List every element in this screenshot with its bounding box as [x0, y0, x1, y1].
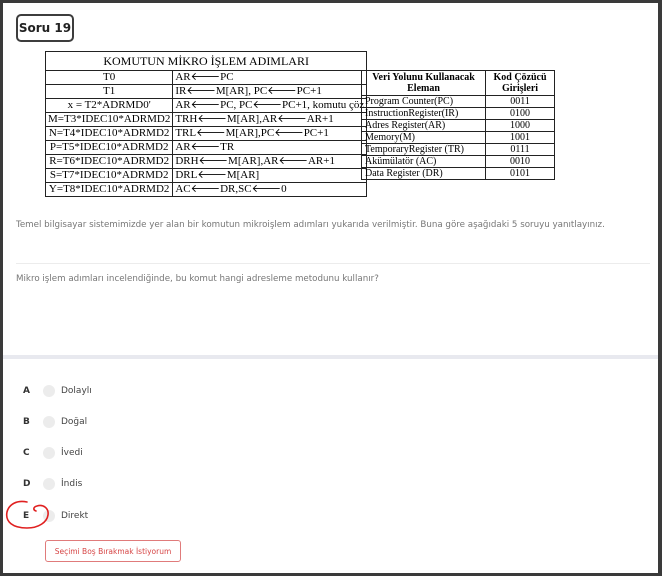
option-label: Direkt [61, 511, 89, 521]
step-condition: T1 [44, 84, 174, 99]
step-operation: IR🡐M[AR], PC🡐PC+1 [172, 84, 368, 99]
question-intro-text: Temel bilgisayar sistemimizde yer alan b… [16, 220, 605, 230]
option-letter: B [23, 417, 30, 427]
column-header-code: Kod Çözücü Girişleri [485, 70, 555, 96]
step-condition: T0 [44, 70, 174, 85]
step-condition: Y=T8*IDEC10*ADRMD2 [44, 182, 174, 197]
micro-table-title: KOMUTUN MİKRO İŞLEM ADIMLARI [44, 51, 368, 71]
decoder-code: 0111 [485, 143, 555, 156]
table-row: x = T2*ADRMD0' AR🡐PC, PC🡐PC+1, komutu çöz [44, 98, 368, 113]
bus-element: Memory(M) [360, 131, 487, 144]
table-row: M=T3*IDEC10*ADRMD2 TRH🡐M[AR],AR🡐AR+1 [44, 112, 368, 127]
decoder-code: 1000 [485, 119, 555, 132]
step-operation: TRH🡐M[AR],AR🡐AR+1 [172, 112, 368, 127]
bus-element: Adres Register(AR) [360, 119, 487, 132]
step-condition: x = T2*ADRMD0' [44, 98, 174, 113]
clear-selection-button[interactable]: Seçimi Boş Bırakmak İstiyorum [45, 540, 181, 562]
decoder-code: 0100 [485, 107, 555, 120]
section-divider [3, 355, 658, 359]
option-a[interactable]: A Dolaylı [3, 381, 403, 401]
decoder-code: 0010 [485, 155, 555, 168]
step-operation: AC🡐DR,SC🡐0 [172, 182, 368, 197]
bus-element: Data Register (DR) [360, 167, 487, 180]
step-operation: AR🡐PC, PC🡐PC+1, komutu çöz [172, 98, 368, 113]
bus-element: Program Counter(PC) [360, 95, 487, 108]
option-label: Dolaylı [61, 386, 92, 396]
question-text: Mikro işlem adımları incelendiğinde, bu … [16, 274, 379, 284]
option-d[interactable]: D İndis [3, 474, 403, 494]
question-page: Soru 19 KOMUTUN MİKRO İŞLEM ADIMLARI T0 A… [3, 3, 658, 573]
column-header-element: Veri Yolunu Kullanacak Eleman [360, 70, 487, 96]
option-b-radio[interactable] [43, 416, 55, 428]
option-a-radio[interactable] [43, 385, 55, 397]
option-letter: D [23, 479, 31, 489]
question-number-badge: Soru 19 [16, 14, 74, 42]
table-row: N=T4*IDEC10*ADRMD2 TRL🡐M[AR],PC🡐PC+1 [44, 126, 368, 141]
table-row: R=T6*IDEC10*ADRMD2 DRH🡐M[AR],AR🡐AR+1 [44, 154, 368, 169]
bus-element: TemporaryRegister (TR) [360, 143, 487, 156]
option-letter: C [23, 448, 30, 458]
step-condition: N=T4*IDEC10*ADRMD2 [44, 126, 174, 141]
option-label: Doğal [61, 417, 88, 427]
table-row: Adres Register(AR) 1000 [360, 119, 555, 132]
step-operation: AR🡐TR [172, 140, 368, 155]
decoder-codes-table: Veri Yolunu Kullanacak Eleman Kod Çözücü… [360, 70, 555, 180]
micro-operations-table: KOMUTUN MİKRO İŞLEM ADIMLARI T0 AR🡐PC T1 I… [44, 51, 368, 197]
table-row: Akümülatör (AC) 0010 [360, 155, 555, 168]
table-row: InstructionRegister(IR) 0100 [360, 107, 555, 120]
bus-element: InstructionRegister(IR) [360, 107, 487, 120]
table-row: Y=T8*IDEC10*ADRMD2 AC🡐DR,SC🡐0 [44, 182, 368, 197]
step-operation: DRL🡐M[AR] [172, 168, 368, 183]
option-e[interactable]: E Direkt [3, 506, 403, 526]
step-operation: AR🡐PC [172, 70, 368, 85]
table-row: P=T5*IDEC10*ADRMD2 AR🡐TR [44, 140, 368, 155]
step-condition: P=T5*IDEC10*ADRMD2 [44, 140, 174, 155]
decoder-code: 0101 [485, 167, 555, 180]
option-label: İndis [61, 479, 83, 489]
step-operation: TRL🡐M[AR],PC🡐PC+1 [172, 126, 368, 141]
step-operation: DRH🡐M[AR],AR🡐AR+1 [172, 154, 368, 169]
bus-element: Akümülatör (AC) [360, 155, 487, 168]
step-condition: S=T7*IDEC10*ADRMD2 [44, 168, 174, 183]
option-letter: A [23, 386, 30, 396]
divider [16, 263, 650, 264]
decoder-code: 0011 [485, 95, 555, 108]
option-c-radio[interactable] [43, 447, 55, 459]
table-row: T1 IR🡐M[AR], PC🡐PC+1 [44, 84, 368, 99]
table-row: Memory(M) 1001 [360, 131, 555, 144]
table-row: T0 AR🡐PC [44, 70, 368, 85]
step-condition: R=T6*IDEC10*ADRMD2 [44, 154, 174, 169]
table-row: S=T7*IDEC10*ADRMD2 DRL🡐M[AR] [44, 168, 368, 183]
red-circle-annotation [5, 500, 49, 529]
option-label: İvedi [61, 448, 83, 458]
option-b[interactable]: B Doğal [3, 412, 403, 432]
table-row: TemporaryRegister (TR) 0111 [360, 143, 555, 156]
step-condition: M=T3*IDEC10*ADRMD2 [44, 112, 174, 127]
decoder-code: 1001 [485, 131, 555, 144]
option-d-radio[interactable] [43, 478, 55, 490]
table-row: Program Counter(PC) 0011 [360, 95, 555, 108]
option-c[interactable]: C İvedi [3, 443, 403, 463]
table-row: Data Register (DR) 0101 [360, 167, 555, 180]
